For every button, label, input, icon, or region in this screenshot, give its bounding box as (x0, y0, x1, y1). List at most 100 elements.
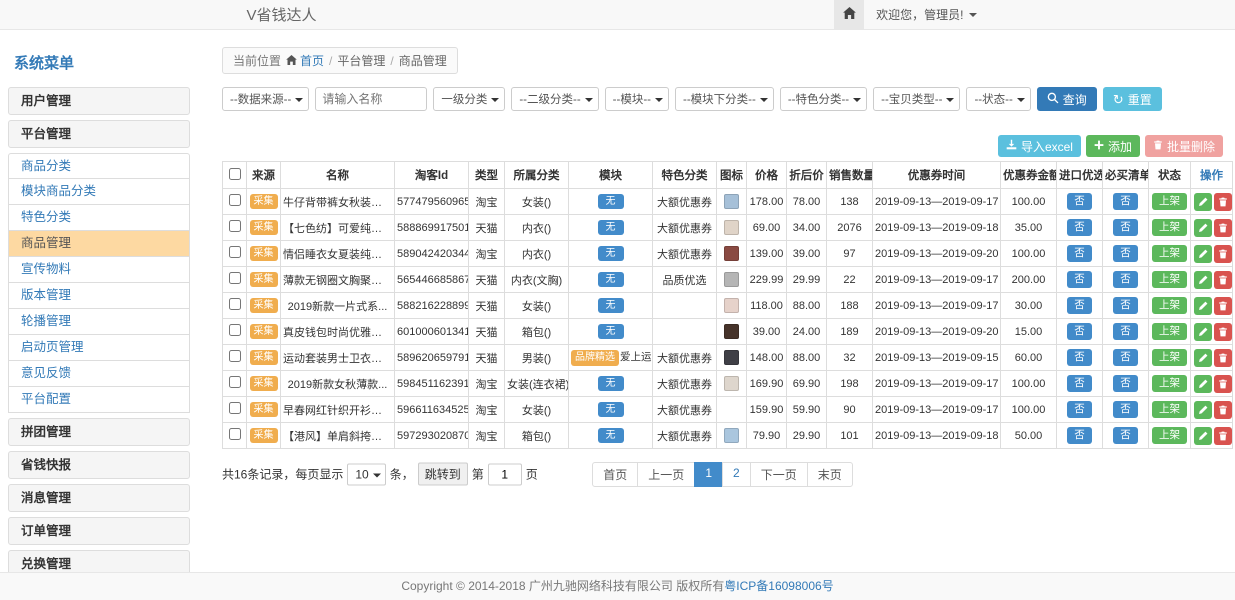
edit-button[interactable] (1194, 401, 1212, 419)
search-button[interactable]: 查询 (1037, 87, 1097, 111)
must-buy-toggle[interactable]: 否 (1113, 245, 1138, 262)
status-button[interactable]: 上架 (1152, 323, 1187, 340)
edit-button[interactable] (1194, 323, 1212, 341)
row-checkbox[interactable] (229, 220, 241, 232)
row-checkbox[interactable] (229, 402, 241, 414)
must-buy-toggle[interactable]: 否 (1113, 375, 1138, 392)
import-select-toggle[interactable]: 否 (1067, 219, 1092, 236)
sidebar-item-13[interactable]: 拼团管理 (8, 418, 190, 446)
sidebar-item-5[interactable]: 特色分类 (8, 205, 190, 231)
sidebar-item-12[interactable]: 平台配置 (8, 387, 190, 413)
sidebar-item-6[interactable]: 商品管理 (8, 231, 190, 257)
delete-button[interactable] (1214, 219, 1232, 237)
batch-delete-button[interactable]: 批量删除 (1145, 135, 1223, 157)
row-checkbox[interactable] (229, 246, 241, 258)
edit-button[interactable] (1194, 297, 1212, 315)
name-search-input[interactable] (315, 87, 427, 111)
level1-category-select[interactable]: 一级分类 (433, 87, 505, 111)
must-buy-toggle[interactable]: 否 (1113, 193, 1138, 210)
delete-button[interactable] (1214, 323, 1232, 341)
edit-button[interactable] (1194, 375, 1212, 393)
must-buy-toggle[interactable]: 否 (1113, 297, 1138, 314)
home-nav-button[interactable] (834, 0, 864, 29)
import-select-toggle[interactable]: 否 (1067, 349, 1092, 366)
pagination-button-6[interactable]: 末页 (807, 462, 853, 487)
must-buy-toggle[interactable]: 否 (1113, 427, 1138, 444)
row-checkbox[interactable] (229, 272, 241, 284)
sidebar-item-4[interactable]: 模块商品分类 (8, 179, 190, 205)
must-buy-toggle[interactable]: 否 (1113, 401, 1138, 418)
status-button[interactable]: 上架 (1152, 427, 1187, 444)
status-button[interactable]: 上架 (1152, 219, 1187, 236)
edit-button[interactable] (1194, 349, 1212, 367)
status-select[interactable]: --状态-- (966, 87, 1030, 111)
import-select-toggle[interactable]: 否 (1067, 427, 1092, 444)
sidebar-item-16[interactable]: 订单管理 (8, 517, 190, 545)
row-checkbox[interactable] (229, 298, 241, 310)
sidebar-item-2[interactable]: 平台管理 (8, 120, 190, 148)
breadcrumb-home-link[interactable]: 首页 (286, 52, 324, 69)
edit-button[interactable] (1194, 427, 1212, 445)
delete-button[interactable] (1214, 349, 1232, 367)
jump-button[interactable]: 跳转到 (418, 463, 468, 486)
status-button[interactable]: 上架 (1152, 401, 1187, 418)
sidebar-item-11[interactable]: 意见反馈 (8, 361, 190, 387)
delete-button[interactable] (1214, 427, 1232, 445)
import-select-toggle[interactable]: 否 (1067, 375, 1092, 392)
icp-link[interactable]: 粤ICP备16098006号 (724, 579, 833, 593)
import-select-toggle[interactable]: 否 (1067, 193, 1092, 210)
per-page-select[interactable]: 10 (347, 463, 385, 485)
page-number-input[interactable] (488, 463, 522, 485)
delete-button[interactable] (1214, 245, 1232, 263)
import-select-toggle[interactable]: 否 (1067, 297, 1092, 314)
user-menu[interactable]: 欢迎您，管理员! (864, 6, 988, 23)
pagination-button-5[interactable]: 下一页 (750, 462, 808, 487)
item-type-select[interactable]: --宝贝类型-- (873, 87, 960, 111)
status-button[interactable]: 上架 (1152, 375, 1187, 392)
edit-button[interactable] (1194, 245, 1212, 263)
status-button[interactable]: 上架 (1152, 193, 1187, 210)
select-all-checkbox[interactable] (229, 168, 241, 180)
sidebar-item-7[interactable]: 宣传物料 (8, 257, 190, 283)
must-buy-toggle[interactable]: 否 (1113, 219, 1138, 236)
edit-button[interactable] (1194, 271, 1212, 289)
row-checkbox[interactable] (229, 376, 241, 388)
edit-button[interactable] (1194, 219, 1212, 237)
data-source-select[interactable]: --数据来源-- (222, 87, 309, 111)
status-button[interactable]: 上架 (1152, 271, 1187, 288)
sidebar-item-15[interactable]: 消息管理 (8, 484, 190, 512)
must-buy-toggle[interactable]: 否 (1113, 271, 1138, 288)
pagination-button-2[interactable]: 上一页 (637, 462, 695, 487)
must-buy-toggle[interactable]: 否 (1113, 323, 1138, 340)
module-subcategory-select[interactable]: --模块下分类-- (675, 87, 774, 111)
pagination-button-3[interactable]: 1 (694, 462, 723, 487)
row-checkbox[interactable] (229, 350, 241, 362)
sidebar-item-14[interactable]: 省钱快报 (8, 451, 190, 479)
status-button[interactable]: 上架 (1152, 245, 1187, 262)
delete-button[interactable] (1214, 401, 1232, 419)
delete-button[interactable] (1214, 375, 1232, 393)
pagination-button-4[interactable]: 2 (722, 462, 751, 487)
app-brand[interactable]: V省钱达人 (247, 4, 317, 25)
reset-button[interactable]: ↻ 重置 (1103, 87, 1162, 111)
must-buy-toggle[interactable]: 否 (1113, 349, 1138, 366)
add-button[interactable]: 添加 (1086, 135, 1140, 157)
sidebar-item-1[interactable]: 用户管理 (8, 87, 190, 115)
sidebar-item-10[interactable]: 启动页管理 (8, 335, 190, 361)
row-checkbox[interactable] (229, 324, 241, 336)
import-select-toggle[interactable]: 否 (1067, 271, 1092, 288)
import-select-toggle[interactable]: 否 (1067, 401, 1092, 418)
sidebar-item-8[interactable]: 版本管理 (8, 283, 190, 309)
delete-button[interactable] (1214, 297, 1232, 315)
status-button[interactable]: 上架 (1152, 349, 1187, 366)
import-select-toggle[interactable]: 否 (1067, 323, 1092, 340)
row-checkbox[interactable] (229, 194, 241, 206)
delete-button[interactable] (1214, 271, 1232, 289)
pagination-button-1[interactable]: 首页 (592, 462, 638, 487)
sidebar-item-3[interactable]: 商品分类 (8, 153, 190, 179)
sidebar-item-9[interactable]: 轮播管理 (8, 309, 190, 335)
module-select[interactable]: --模块-- (605, 87, 669, 111)
import-excel-button[interactable]: 导入excel (998, 135, 1081, 157)
row-checkbox[interactable] (229, 428, 241, 440)
status-button[interactable]: 上架 (1152, 297, 1187, 314)
